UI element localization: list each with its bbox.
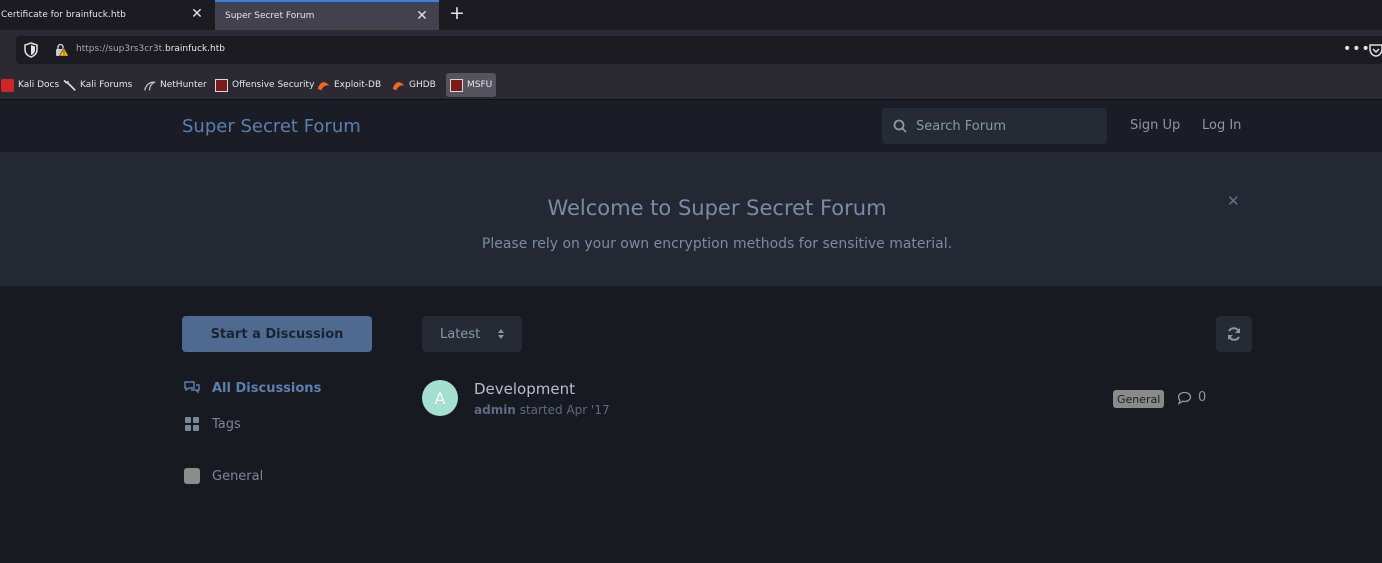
start-discussion-button[interactable]: Start a Discussion (182, 316, 372, 352)
discussion-meta: admin started Apr '17 (474, 403, 610, 417)
forum-title-link[interactable]: Super Secret Forum (182, 116, 361, 137)
hero-title: Welcome to Super Secret Forum (547, 196, 887, 220)
bookmarks-toolbar (0, 70, 1382, 100)
bookmark-offensive-security[interactable]: Offensive Security (215, 77, 314, 93)
avatar[interactable]: A (422, 380, 458, 416)
search-box[interactable] (882, 108, 1107, 144)
nethunter-icon (144, 80, 156, 91)
tab-certificate[interactable]: Certificate for brainfuck.htb ✕ (0, 0, 214, 30)
hero-subtitle: Please rely on your own encryption metho… (481, 236, 953, 252)
bookmark-ghdb[interactable]: GHDB (392, 77, 436, 93)
reply-count: 0 (1198, 390, 1207, 405)
close-icon[interactable]: ✕ (1227, 192, 1240, 210)
new-tab-plus-icon[interactable]: + (447, 4, 467, 24)
bookmark-exploit-db[interactable]: Exploit-DB (317, 77, 381, 93)
discussion-started: started Apr '17 (519, 403, 610, 417)
tracking-shield-icon[interactable] (24, 42, 38, 58)
tag-badge-general[interactable]: General (1113, 390, 1165, 408)
kali-docs-icon (1, 78, 14, 92)
bookmark-nethunter[interactable]: NetHunter (143, 77, 207, 93)
comments-icon (184, 381, 200, 394)
tab-title: Super Secret Forum (225, 11, 315, 21)
exploit-db-icon (317, 81, 330, 90)
page-actions-menu-icon[interactable]: ••• (1343, 41, 1371, 57)
sign-up-link[interactable]: Sign Up (1130, 118, 1180, 133)
discussion-title-link[interactable]: Development (474, 380, 575, 398)
pocket-icon[interactable] (1369, 43, 1382, 57)
search-input[interactable] (916, 108, 1101, 144)
tab-super-secret-forum[interactable]: Super Secret Forum ✕ (215, 0, 439, 30)
insecure-lock-icon[interactable] (53, 42, 69, 58)
refresh-icon (1228, 327, 1240, 341)
sort-caret-icon (498, 329, 504, 339)
discussion-author-link[interactable]: admin (474, 403, 516, 417)
close-icon[interactable]: ✕ (415, 9, 429, 23)
sort-dropdown[interactable]: Latest (422, 316, 522, 352)
tab-title: Certificate for brainfuck.htb (1, 10, 126, 20)
sidebar-item-label: All Discussions (212, 380, 322, 396)
comment-icon (1177, 391, 1192, 405)
bookmark-kali-forums[interactable]: Kali Forums (63, 77, 132, 93)
msfu-icon (450, 78, 463, 92)
kali-dragon-icon (63, 79, 76, 91)
url-text[interactable]: https://sup3rs3cr3t.brainfuck.htb (76, 44, 225, 54)
sidebar-item-tags[interactable]: Tags (184, 416, 241, 432)
refresh-button[interactable] (1216, 316, 1252, 352)
sidebar-item-all-discussions[interactable]: All Discussions (184, 380, 321, 396)
ghdb-icon (392, 81, 405, 90)
offsec-icon (215, 78, 228, 92)
close-icon[interactable]: ✕ (190, 7, 204, 21)
bookmark-kali-docs[interactable]: Kali Docs (1, 77, 59, 93)
sidebar-item-general[interactable]: General (184, 468, 263, 484)
search-icon (893, 119, 907, 133)
sidebar-item-label: General (212, 468, 264, 484)
tags-grid-icon (185, 417, 199, 431)
tag-color-swatch (184, 468, 200, 484)
bookmark-msfu[interactable]: MSFU (446, 73, 497, 97)
sidebar-item-label: Tags (212, 416, 241, 432)
sort-label: Latest (440, 326, 481, 342)
log-in-link[interactable]: Log In (1202, 118, 1241, 133)
url-domain: brainfuck.htb (164, 44, 225, 54)
